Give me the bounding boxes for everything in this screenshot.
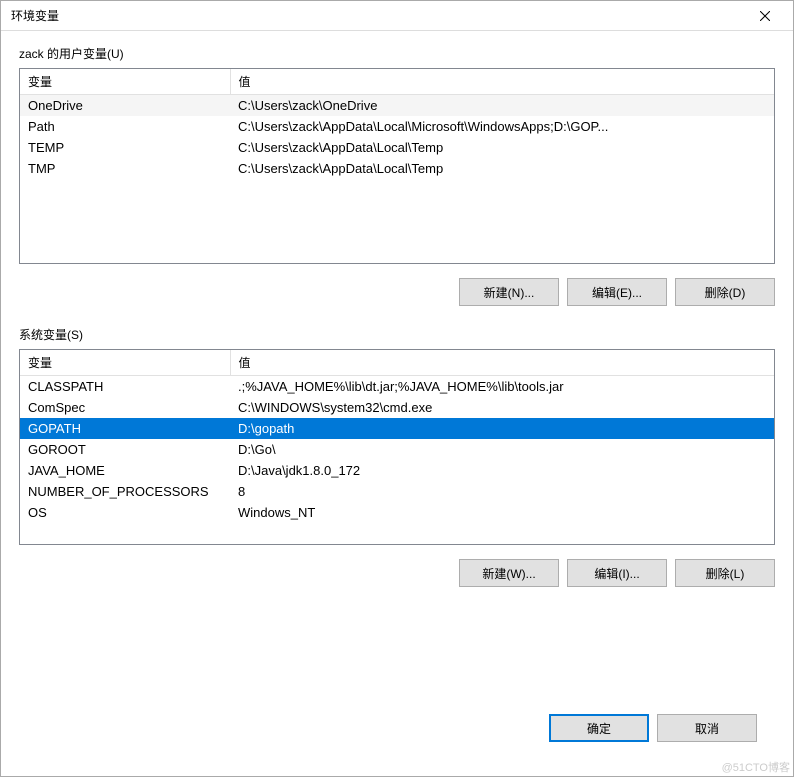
system-button-row: 新建(W)... 编辑(I)... 删除(L) — [19, 559, 775, 587]
close-icon — [760, 11, 770, 21]
system-variables-table[interactable]: 变量 值 CLASSPATH.;%JAVA_HOME%\lib\dt.jar;%… — [20, 350, 774, 523]
user-edit-button[interactable]: 编辑(E)... — [567, 278, 667, 306]
table-row[interactable]: PathC:\Users\zack\AppData\Local\Microsof… — [20, 116, 774, 137]
table-row[interactable]: NUMBER_OF_PROCESSORS8 — [20, 481, 774, 502]
close-button[interactable] — [745, 2, 785, 30]
table-row[interactable]: JAVA_HOMED:\Java\jdk1.8.0_172 — [20, 460, 774, 481]
system-new-button[interactable]: 新建(W)... — [459, 559, 559, 587]
user-variables-table-container: 变量 值 OneDriveC:\Users\zack\OneDrive Path… — [19, 68, 775, 264]
user-new-button[interactable]: 新建(N)... — [459, 278, 559, 306]
table-row[interactable]: OSWindows_NT — [20, 502, 774, 523]
user-delete-button[interactable]: 删除(D) — [675, 278, 775, 306]
dialog-content: zack 的用户变量(U) 变量 值 OneDriveC:\Users\zack… — [1, 31, 793, 776]
dialog-footer: 确定 取消 — [19, 698, 775, 760]
table-row[interactable]: TMPC:\Users\zack\AppData\Local\Temp — [20, 158, 774, 179]
user-button-row: 新建(N)... 编辑(E)... 删除(D) — [19, 278, 775, 306]
system-header-name[interactable]: 变量 — [20, 350, 230, 376]
table-row[interactable]: CLASSPATH.;%JAVA_HOME%\lib\dt.jar;%JAVA_… — [20, 376, 774, 398]
window-title: 环境变量 — [11, 7, 59, 24]
user-header-value[interactable]: 值 — [230, 69, 774, 95]
titlebar: 环境变量 — [1, 1, 793, 31]
system-group-label: 系统变量(S) — [19, 326, 775, 349]
table-row[interactable]: GOPATHD:\gopath — [20, 418, 774, 439]
system-edit-button[interactable]: 编辑(I)... — [567, 559, 667, 587]
system-variables-group: 系统变量(S) 变量 值 CLASSPATH.;%JAVA_HOME%\lib\… — [19, 326, 775, 587]
user-variables-group: zack 的用户变量(U) 变量 值 OneDriveC:\Users\zack… — [19, 45, 775, 306]
table-row[interactable]: TEMPC:\Users\zack\AppData\Local\Temp — [20, 137, 774, 158]
system-variables-table-container[interactable]: 变量 值 CLASSPATH.;%JAVA_HOME%\lib\dt.jar;%… — [19, 349, 775, 545]
table-row[interactable]: OneDriveC:\Users\zack\OneDrive — [20, 95, 774, 117]
user-variables-table[interactable]: 变量 值 OneDriveC:\Users\zack\OneDrive Path… — [20, 69, 774, 179]
system-delete-button[interactable]: 删除(L) — [675, 559, 775, 587]
user-header-name[interactable]: 变量 — [20, 69, 230, 95]
table-row[interactable]: GOROOTD:\Go\ — [20, 439, 774, 460]
ok-button[interactable]: 确定 — [549, 714, 649, 742]
system-header-value[interactable]: 值 — [230, 350, 774, 376]
env-vars-dialog: 环境变量 zack 的用户变量(U) 变量 值 OneDriveC:\Users… — [0, 0, 794, 777]
user-group-label: zack 的用户变量(U) — [19, 45, 775, 68]
cancel-button[interactable]: 取消 — [657, 714, 757, 742]
table-row[interactable]: ComSpecC:\WINDOWS\system32\cmd.exe — [20, 397, 774, 418]
